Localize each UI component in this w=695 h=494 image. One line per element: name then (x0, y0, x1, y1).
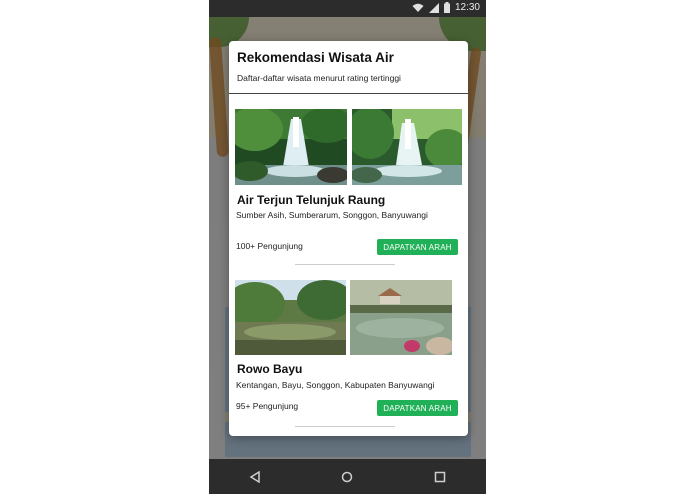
waterfall-photo[interactable] (235, 109, 347, 185)
header-divider (229, 93, 468, 94)
place-address: Sumber Asih, Sumberarum, Songgon, Banyuw… (236, 210, 428, 220)
dialog-subtitle: Daftar-daftar wisata menurut rating tert… (237, 73, 401, 83)
place-address: Kentangan, Bayu, Songgon, Kabupaten Bany… (236, 380, 435, 390)
wifi-icon (412, 3, 424, 13)
signal-icon (428, 2, 439, 13)
waterfall-photo[interactable] (352, 109, 462, 185)
status-bar: 12:30 (209, 0, 486, 17)
visitor-count: 100+ Pengunjung (236, 241, 303, 251)
get-directions-button[interactable]: DAPATKAN ARAH (377, 400, 458, 416)
lake-photo[interactable] (350, 280, 452, 355)
recents-icon[interactable] (425, 462, 455, 492)
back-icon[interactable] (240, 462, 270, 492)
navigation-bar (209, 459, 486, 494)
recommendation-dialog: Rekomendasi Wisata Air Daftar-daftar wis… (229, 41, 468, 436)
card-separator (295, 426, 395, 427)
get-directions-button[interactable]: DAPATKAN ARAH (377, 239, 458, 255)
lake-photo[interactable] (235, 280, 346, 355)
status-time: 12:30 (454, 2, 480, 13)
place-card: Air Terjun Telunjuk Raung Sumber Asih, S… (235, 109, 462, 271)
place-name: Rowo Bayu (237, 362, 303, 376)
card-separator (295, 264, 395, 265)
visitor-count: 95+ Pengunjung (236, 401, 299, 411)
battery-icon (443, 2, 450, 13)
place-card: Rowo Bayu Kentangan, Bayu, Songgon, Kabu… (235, 280, 462, 430)
place-name: Air Terjun Telunjuk Raung (237, 193, 386, 207)
phone-screen: 12:30 Rekomendasi Wisata Air Daftar-daft… (209, 0, 486, 494)
dialog-title: Rekomendasi Wisata Air (237, 50, 394, 65)
home-icon[interactable] (332, 462, 362, 492)
